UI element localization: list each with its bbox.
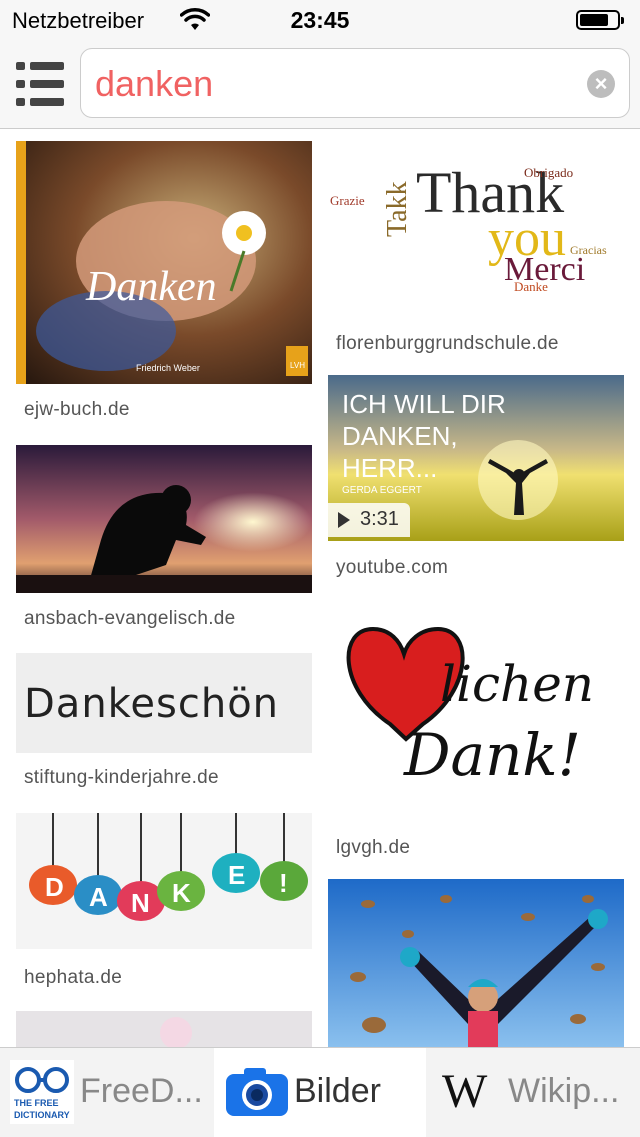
image-result[interactable]: ICH WILL DIR DANKEN, HERR... GERDA EGGER… [328, 375, 624, 585]
tab-bilder[interactable]: Bilder [214, 1048, 426, 1137]
result-source[interactable]: stiftung-kinderjahre.de [24, 767, 219, 789]
video-title-line: ICH WILL DIR [342, 389, 506, 419]
tab-freedictionary[interactable]: THE FREE DICTIONARY FreeD... [0, 1048, 212, 1137]
result-thumbnail[interactable]: lichen Dank! [328, 599, 624, 821]
result-thumbnail[interactable] [16, 1011, 312, 1047]
publisher-logo: LVH [290, 361, 305, 370]
status-time: 23:45 [290, 7, 350, 33]
result-source[interactable]: lgvgh.de [336, 837, 410, 859]
list-menu-icon[interactable] [16, 62, 64, 106]
result-thumbnail[interactable]: Dankeschön [16, 653, 312, 753]
handwritten-text-top: lichen [440, 655, 594, 713]
tab-label: FreeD... [80, 1072, 203, 1110]
image-result[interactable]: lichen Dank! lgvgh.de [328, 599, 624, 869]
image-results-grid: Danken Friedrich Weber LVH ejw-buch.de a… [0, 129, 640, 1047]
image-result[interactable] [328, 879, 624, 1047]
word-cloud-word: Danke [514, 279, 548, 294]
word-cloud-word: Takk [382, 181, 413, 237]
balloon-letter: E [228, 860, 246, 890]
balloon-letter: N [131, 888, 150, 918]
handwritten-text-bottom: Dank! [404, 721, 581, 789]
image-result[interactable] [16, 1011, 312, 1047]
svg-text:DICTIONARY: DICTIONARY [14, 1110, 70, 1120]
balloon-letter: D [45, 872, 64, 902]
image-result[interactable]: Dankeschön stiftung-kinderjahre.de [16, 653, 312, 803]
clear-search-icon[interactable]: × [587, 70, 615, 98]
result-thumbnail[interactable]: Thank you Merci Takk Danke Grazie Obriga… [328, 141, 624, 317]
word-cloud-word: Grazie [330, 193, 365, 208]
image-result[interactable]: Danken Friedrich Weber LVH ejw-buch.de [16, 141, 312, 441]
result-source[interactable]: hephata.de [24, 967, 122, 989]
search-query[interactable]: danken [95, 63, 213, 105]
tab-label: Wikip... [508, 1072, 620, 1110]
bottom-tab-bar: THE FREE DICTIONARY FreeD... Bilder W Wi… [0, 1047, 640, 1137]
result-source[interactable]: florenburggrundschule.de [336, 333, 559, 355]
word-cloud-word: Obrigado [524, 165, 574, 180]
video-title-line: HERR... [342, 453, 438, 483]
video-title-line: DANKEN, [342, 421, 458, 451]
wikipedia-icon: W [442, 1065, 488, 1118]
image-result[interactable]: Thank you Merci Takk Danke Grazie Obriga… [328, 141, 624, 361]
image-result[interactable]: ansbach-evangelisch.de [16, 445, 312, 645]
balloon-letter: ! [279, 868, 288, 898]
book-title: Danken [86, 264, 217, 310]
book-author: Friedrich Weber [136, 363, 200, 373]
video-artist: GERDA EGGERT [342, 485, 422, 496]
result-source[interactable]: ansbach-evangelisch.de [24, 608, 236, 630]
camera-icon [224, 1066, 290, 1118]
free-dictionary-icon: THE FREE DICTIONARY [10, 1060, 74, 1124]
play-icon [338, 512, 350, 528]
svg-text:THE FREE: THE FREE [14, 1098, 59, 1108]
search-input[interactable]: danken × [80, 48, 630, 118]
result-thumbnail[interactable] [328, 879, 624, 1047]
video-duration: 3:31 [360, 508, 399, 530]
video-duration-badge: 3:31 [328, 503, 410, 537]
image-result[interactable]: D A N K E ! hephata.de [16, 813, 312, 993]
search-header: danken × [0, 40, 640, 129]
result-source[interactable]: youtube.com [336, 557, 448, 579]
word-cloud-word: Gracias [570, 243, 607, 257]
tab-wikipedia[interactable]: W Wikip... [428, 1048, 640, 1137]
result-thumbnail[interactable]: Danken Friedrich Weber LVH [16, 141, 312, 384]
result-source[interactable]: ejw-buch.de [24, 399, 130, 421]
result-thumbnail[interactable] [16, 445, 312, 593]
result-thumbnail[interactable]: D A N K E ! [16, 813, 312, 949]
balloon-letter: A [89, 882, 108, 912]
balloon-letter: K [172, 878, 191, 908]
tab-label: Bilder [294, 1072, 381, 1110]
handwritten-text: Dankeschön [24, 681, 280, 727]
battery-icon [576, 10, 624, 30]
status-bar: Netzbetreiber 23:45 [0, 0, 640, 40]
result-thumbnail[interactable]: ICH WILL DIR DANKEN, HERR... GERDA EGGER… [328, 375, 624, 541]
